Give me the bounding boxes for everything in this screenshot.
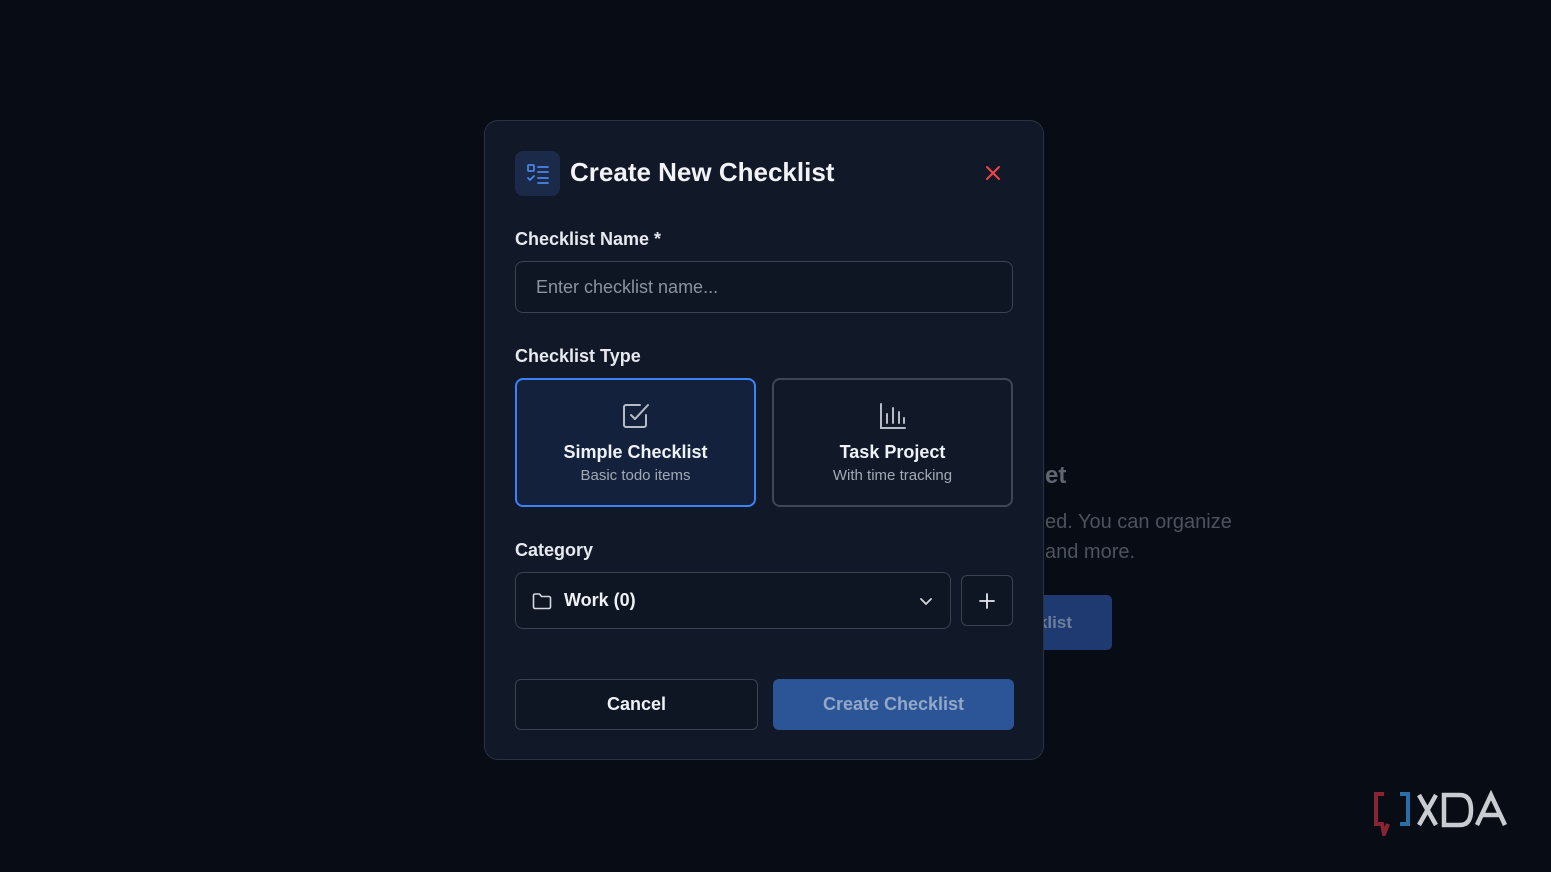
create-checklist-button[interactable]: Create Checklist (773, 679, 1014, 730)
checkbox-icon (621, 400, 651, 432)
bar-chart-icon (878, 400, 908, 432)
create-checklist-modal: Create New Checklist Checklist Name * Ch… (484, 120, 1044, 760)
plus-icon (979, 592, 995, 609)
checklist-name-input[interactable] (515, 261, 1013, 313)
chevron-down-icon (918, 593, 934, 609)
close-button[interactable] (981, 161, 1005, 185)
add-category-button[interactable] (961, 575, 1013, 626)
background-description-line: and more. (1045, 541, 1136, 563)
type-option-title: Simple Checklist (563, 442, 708, 462)
checklist-type-label: Checklist Type (515, 346, 641, 366)
type-option-subtitle: With time tracking (832, 467, 953, 484)
type-option-simple-checklist[interactable]: Simple Checklist Basic todo items (515, 378, 756, 507)
app-stage: et ed. You can organize and more. klist … (0, 0, 1551, 872)
type-option-subtitle: Basic todo items (580, 467, 691, 484)
type-option-title: Task Project (839, 442, 946, 462)
category-label: Category (515, 540, 594, 560)
checklist-name-label: Checklist Name * (515, 229, 662, 249)
category-select[interactable]: Work (0) (515, 572, 951, 629)
cancel-button[interactable]: Cancel (515, 679, 758, 730)
xda-watermark-logo (1374, 790, 1508, 836)
category-selected-value: Work (0) (564, 590, 636, 610)
modal-title: Create New Checklist (570, 157, 835, 187)
close-icon (986, 166, 1000, 180)
background-description: ed. You can organize and more. (1045, 507, 1275, 567)
background-heading: et (1045, 462, 1067, 489)
list-check-icon (515, 151, 560, 196)
type-option-task-project[interactable]: Task Project With time tracking (772, 378, 1013, 507)
background-description-line: ed. You can organize (1045, 511, 1232, 533)
folder-icon (532, 592, 552, 610)
